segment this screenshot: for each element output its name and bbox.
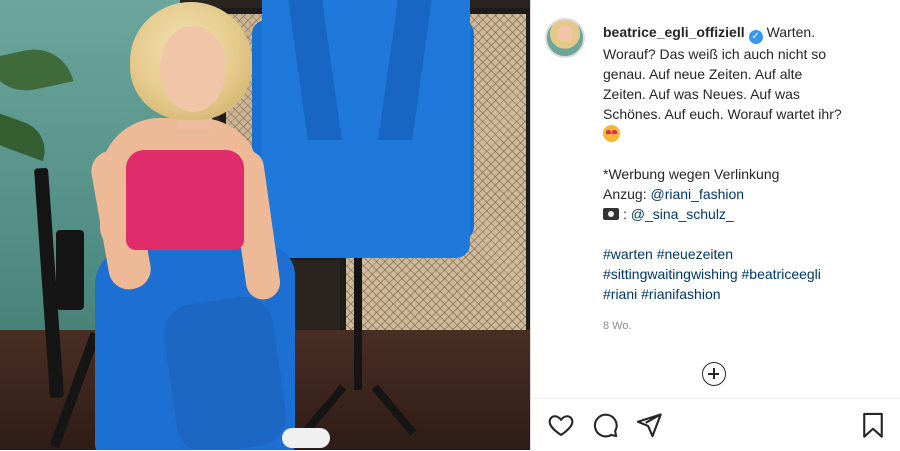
hashtags-line[interactable]: #warten #neuezeiten [603,246,733,262]
plus-circle-icon[interactable] [702,362,726,386]
caption-line: Worauf? Das weiß ich auch nicht so [603,46,827,62]
share-button[interactable] [635,411,665,439]
comment-button[interactable] [591,411,621,439]
suit-label: Anzug: [603,186,647,202]
photo-blue-pants-leg [160,293,290,450]
post-caption: beatrice_egli_offiziell ✓ Warten. Worauf? … [603,24,842,302]
photographer-mention-link[interactable]: @_sina_schulz_ [631,206,734,222]
verified-badge-icon: ✓ [748,30,763,44]
photo-shoe [282,428,330,448]
hashtags-line[interactable]: #sittingwaitingwishing #beatriceegli [603,266,821,282]
photo-chair-arm [56,230,84,310]
save-button[interactable] [859,411,889,439]
suit-mention-link[interactable]: @riani_fashion [650,186,744,202]
ad-note: *Werbung wegen Verlinkung [603,166,780,182]
action-bar [531,398,900,451]
comment-icon [593,413,618,438]
avatar[interactable] [545,18,585,58]
hashtags-line[interactable]: #riani #rianifashion [603,286,721,302]
post-timestamp[interactable]: 8 Wo. [603,320,632,332]
caption-line: Zeiten. Auf was Neues. Auf was [603,86,800,102]
like-button[interactable] [547,411,577,439]
photo-pink-top [126,150,244,250]
photo-person-face [160,26,226,112]
post-side-panel: beatrice_egli_offiziell ✓ Warten. Worauf? … [530,0,900,450]
camera-icon [603,208,619,220]
caption-line: Warten. [766,24,816,40]
bookmark-icon [863,412,883,438]
username-link[interactable]: beatrice_egli_offiziell [603,24,745,40]
heart-eyes-emoji-icon [603,125,620,142]
post-photo[interactable] [0,0,530,450]
caption-line: genau. Auf neue Zeiten. Auf alte [603,66,803,82]
heart-icon [548,415,574,437]
send-icon [636,413,662,438]
caption-line: Schönes. Auf euch. Worauf wartet ihr? [603,106,842,122]
